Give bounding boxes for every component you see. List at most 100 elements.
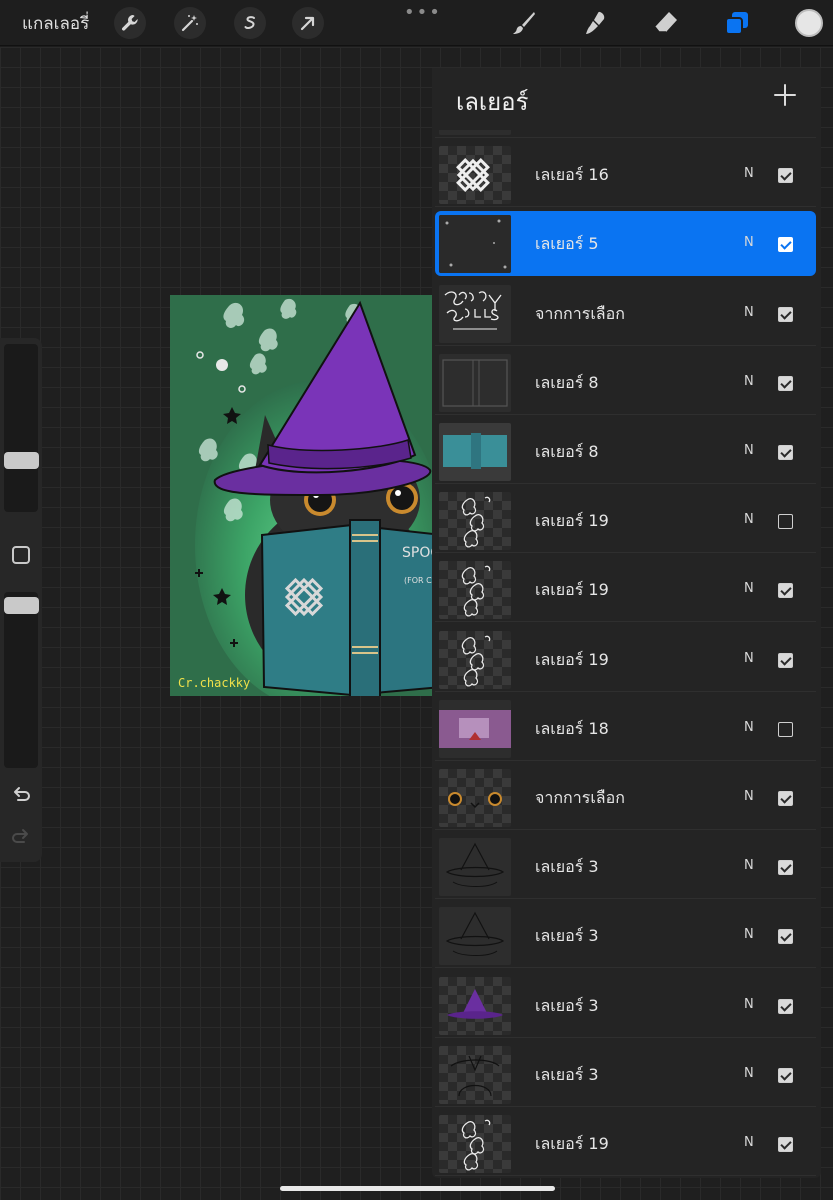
opacity-slider[interactable] <box>4 592 38 768</box>
blend-mode-button[interactable]: N <box>744 305 754 320</box>
layer-thumbnail[interactable] <box>439 1115 511 1173</box>
blend-mode-button[interactable]: N <box>744 166 754 181</box>
eraser-icon[interactable] <box>651 8 681 38</box>
blend-mode-button[interactable]: N <box>744 1066 754 1081</box>
magic-wand-icon[interactable] <box>174 7 206 39</box>
book-subtitle: (FOR CATS) <box>404 576 432 585</box>
visibility-checkbox[interactable] <box>778 168 793 184</box>
layer-thumbnail[interactable] <box>439 215 511 274</box>
blend-mode-button[interactable]: N <box>744 235 754 250</box>
selection-s-icon[interactable] <box>234 7 266 39</box>
layer-thumbnail[interactable] <box>439 838 511 897</box>
layer-name: เลเยอร์ 8 <box>535 372 599 392</box>
visibility-checkbox[interactable] <box>778 306 793 322</box>
layer-name: เลเยอร์ 16 <box>535 165 609 185</box>
layer-thumbnail[interactable] <box>439 130 511 135</box>
brush-size-slider[interactable] <box>4 344 38 512</box>
layer-thumbnail[interactable] <box>439 284 511 343</box>
artwork-canvas[interactable]: SPOOKY SPELLS (FOR CATS) Cr.chackky <box>170 295 432 696</box>
visibility-checkbox[interactable] <box>778 237 793 253</box>
layer-row[interactable]: จากการเลือก N <box>435 281 816 346</box>
layer-thumbnail[interactable] <box>439 1045 511 1104</box>
layer-thumbnail[interactable] <box>439 769 511 827</box>
layer-row[interactable]: เลเยอร์ 19 N <box>435 488 816 554</box>
layer-row[interactable]: เลเยอร์ 19 N <box>435 627 816 692</box>
book-title: SPOOKY SPELLS <box>402 545 432 561</box>
layer-row[interactable]: เลเยอร์ 5 N <box>435 211 816 277</box>
gallery-button[interactable]: แกลเลอรี่ <box>22 10 89 37</box>
blend-mode-button[interactable]: N <box>744 512 754 527</box>
layer-thumbnail[interactable] <box>439 976 511 1035</box>
visibility-checkbox[interactable] <box>778 998 793 1014</box>
layer-row[interactable]: จากการเลือก N <box>435 765 816 830</box>
layer-name: เลเยอร์ 19 <box>535 1134 609 1153</box>
smudge-icon[interactable] <box>581 8 611 38</box>
side-toolbar <box>0 338 42 862</box>
layers-icon[interactable] <box>722 8 752 38</box>
opacity-handle[interactable] <box>4 597 39 614</box>
visibility-checkbox[interactable] <box>778 514 793 530</box>
layer-row[interactable]: เลเยอร์ 3 N <box>435 903 816 969</box>
layer-name: จากการเลือก <box>535 303 625 323</box>
layer-row[interactable]: เลเยอร์ 8 N <box>435 350 816 415</box>
layer-name: เลเยอร์ 8 <box>535 442 599 461</box>
blend-mode-button[interactable]: N <box>744 927 754 942</box>
blend-mode-button[interactable]: N <box>744 858 754 873</box>
visibility-checkbox[interactable] <box>778 791 793 806</box>
visibility-checkbox[interactable] <box>778 652 793 668</box>
transform-arrow-icon[interactable] <box>292 7 324 39</box>
brush-icon[interactable] <box>509 8 539 38</box>
layer-name: เลเยอร์ 3 <box>535 995 599 1015</box>
layer-row[interactable]: เลเยอร์ 19 N <box>435 1111 816 1176</box>
wrench-icon[interactable] <box>114 7 146 39</box>
visibility-checkbox[interactable] <box>778 1137 793 1152</box>
visibility-checkbox[interactable] <box>778 1067 793 1083</box>
visibility-checkbox[interactable] <box>778 583 793 599</box>
blend-mode-button[interactable]: N <box>744 789 754 804</box>
home-indicator[interactable] <box>280 1186 555 1191</box>
layer-name: เลเยอร์ 19 <box>535 580 609 600</box>
layer-thumbnail[interactable] <box>439 630 511 689</box>
modify-button[interactable] <box>12 546 30 564</box>
layer-thumbnail[interactable] <box>439 146 511 205</box>
white-dot <box>216 359 228 371</box>
blend-mode-button[interactable]: N <box>744 1135 754 1150</box>
layer-thumbnail[interactable] <box>439 492 511 551</box>
redo-icon[interactable] <box>10 826 32 848</box>
layer-row[interactable]: เลเยอร์ 3 N <box>435 1042 816 1107</box>
layer-name: เลเยอร์ 3 <box>535 857 599 877</box>
visibility-checkbox[interactable] <box>778 860 793 876</box>
layer-thumbnail[interactable] <box>439 699 511 758</box>
layer-row[interactable]: เลเยอร์ 16 N <box>435 142 816 208</box>
layer-list[interactable]: เลเยอร์ 18Nเลเยอร์ 16Nเลเยอร์ 5Nจากการเล… <box>432 130 821 1178</box>
layer-row[interactable]: เลเยอร์ 8 N <box>435 419 816 484</box>
layer-name: เลเยอร์ 3 <box>535 926 599 946</box>
layer-name: เลเยอร์ 19 <box>535 649 609 669</box>
blend-mode-button[interactable]: N <box>744 997 754 1012</box>
layer-row[interactable]: เลเยอร์ 18N <box>435 696 816 761</box>
blend-mode-button[interactable]: N <box>744 443 754 458</box>
layer-row[interactable]: เลเยอร์ 19 N <box>435 557 816 623</box>
visibility-checkbox[interactable] <box>778 445 793 460</box>
color-picker-button[interactable] <box>795 9 823 37</box>
blend-mode-button[interactable]: N <box>744 651 754 666</box>
blend-mode-button[interactable]: N <box>744 581 754 596</box>
layer-row[interactable]: เลเยอร์ 3 N <box>435 973 816 1038</box>
layer-thumbnail[interactable] <box>439 353 511 412</box>
add-layer-button[interactable] <box>772 82 798 108</box>
blend-mode-button[interactable]: N <box>744 374 754 389</box>
layer-thumbnail[interactable] <box>439 561 511 620</box>
visibility-checkbox[interactable] <box>778 375 793 391</box>
undo-icon[interactable] <box>10 784 32 806</box>
visibility-checkbox[interactable] <box>778 721 793 737</box>
layer-row[interactable]: เลเยอร์ 3 N <box>435 834 816 900</box>
layer-row[interactable]: เลเยอร์ 18N <box>435 130 816 138</box>
layer-thumbnail[interactable] <box>439 423 511 481</box>
blend-mode-button[interactable]: N <box>744 720 754 735</box>
brush-size-handle[interactable] <box>4 452 39 469</box>
layer-thumbnail[interactable] <box>439 907 511 966</box>
more-options-button[interactable]: ••• <box>404 2 442 23</box>
visibility-checkbox[interactable] <box>778 929 793 945</box>
layer-name: เลเยอร์ 3 <box>535 1064 599 1084</box>
layer-name: จากการเลือก <box>535 788 625 807</box>
